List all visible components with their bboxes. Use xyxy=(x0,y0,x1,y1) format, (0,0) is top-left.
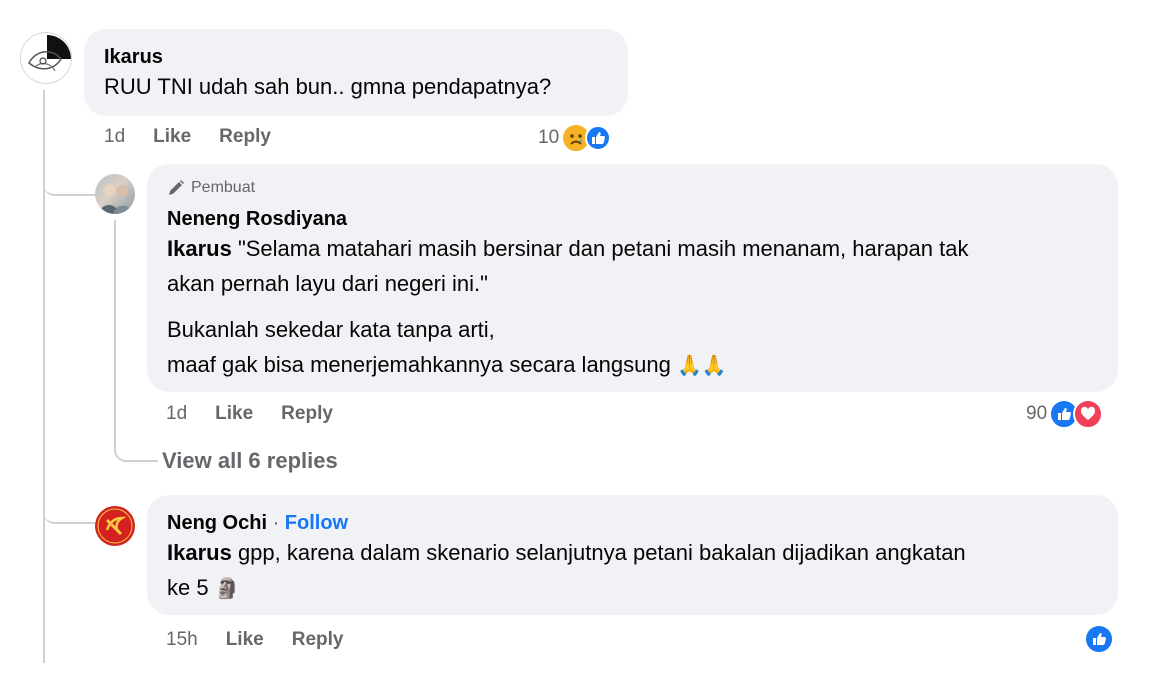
follow-button[interactable]: Follow xyxy=(285,512,348,534)
like-icon xyxy=(585,125,612,151)
like-button[interactable]: Like xyxy=(215,403,253,425)
reaction-summary-ikarus[interactable]: 10 xyxy=(538,123,612,153)
moai-emoji: 🗿 xyxy=(214,578,240,600)
reply-author[interactable]: Neng Ochi xyxy=(167,512,267,534)
reply-text: Ikarus "Selama matahari masih bersinar d… xyxy=(167,231,1107,384)
thread-connector-view-all xyxy=(114,420,158,462)
reply-text-line-4: maaf gak bisa menerjemahkannya secara la… xyxy=(167,347,1107,384)
reply-text-part: gpp, karena dalam skenario selanjutnya p… xyxy=(231,540,966,565)
reply-text-line-3: Bukanlah sekedar kata tanpa arti, xyxy=(167,317,495,342)
reaction-summary-neneng[interactable]: 90 xyxy=(1026,399,1104,429)
thread-line-reply1 xyxy=(114,220,116,440)
reaction-count: 90 xyxy=(1026,403,1048,424)
reply-text-line-2: ke 5 🗿 xyxy=(167,570,1107,607)
reply-button[interactable]: Reply xyxy=(292,629,344,651)
author-badge: Pembuat xyxy=(167,179,255,197)
reaction-summary-neng-ochi[interactable] xyxy=(1084,624,1114,654)
avatar-neneng-rosdiyana[interactable] xyxy=(95,174,135,214)
thread-connector-reply1 xyxy=(43,120,95,196)
reaction-count: 10 xyxy=(538,127,560,148)
avatar-neng-ochi[interactable] xyxy=(95,506,135,546)
reply-text-part: "Selama matahari masih bersinar dan peta… xyxy=(231,236,969,261)
reply-header: Neng Ochi · Follow xyxy=(167,512,348,535)
avatar-ikarus[interactable] xyxy=(20,32,72,84)
separator-dot: · xyxy=(267,512,285,534)
reply-bubble-neneng: Pembuat Neneng Rosdiyana Ikarus "Selama … xyxy=(147,164,1118,392)
reply-bubble-neng-ochi: Neng Ochi · Follow Ikarus gpp, karena da… xyxy=(147,495,1118,615)
reply-timestamp[interactable]: 15h xyxy=(166,629,198,651)
like-icon xyxy=(1084,624,1114,654)
reply-text-part: ke 5 xyxy=(167,575,209,600)
comment-actions-ikarus: 1d Like Reply xyxy=(104,126,271,148)
like-button[interactable]: Like xyxy=(153,126,191,148)
reply-actions-neng-ochi: 15h Like Reply xyxy=(166,629,343,651)
pen-icon xyxy=(167,179,185,197)
reply-author[interactable]: Neneng Rosdiyana xyxy=(167,208,347,231)
like-button[interactable]: Like xyxy=(226,629,264,651)
comment-bubble-ikarus: Ikarus RUU TNI udah sah bun.. gmna penda… xyxy=(84,29,628,116)
reply-timestamp[interactable]: 1d xyxy=(166,403,187,425)
reply-text-line-2: akan pernah layu dari negeri ini." xyxy=(167,271,488,296)
reply-text-line-1: Ikarus "Selama matahari masih bersinar d… xyxy=(167,231,1107,266)
reply-actions-neneng: 1d Like Reply xyxy=(166,403,333,425)
love-icon xyxy=(1073,399,1104,429)
reply-text-line-1: Ikarus gpp, karena dalam skenario selanj… xyxy=(167,535,1107,570)
mention-link[interactable]: Ikarus xyxy=(167,540,232,565)
comment-text: RUU TNI udah sah bun.. gmna pendapatnya? xyxy=(104,74,552,99)
comment-author[interactable]: Ikarus xyxy=(104,46,163,69)
praying-hands-emoji: 🙏🙏 xyxy=(676,355,727,377)
reply-text-part: maaf gak bisa menerjemahkannya secara la… xyxy=(167,352,671,377)
mention-link[interactable]: Ikarus xyxy=(167,236,232,261)
reply-button[interactable]: Reply xyxy=(281,403,333,425)
reply-text: Ikarus gpp, karena dalam skenario selanj… xyxy=(167,535,1107,607)
view-all-replies-link[interactable]: View all 6 replies xyxy=(162,448,338,474)
author-badge-label: Pembuat xyxy=(191,179,256,196)
comment-timestamp[interactable]: 1d xyxy=(104,126,125,148)
thread-connector-reply2 xyxy=(43,480,95,524)
reply-button[interactable]: Reply xyxy=(219,126,271,148)
